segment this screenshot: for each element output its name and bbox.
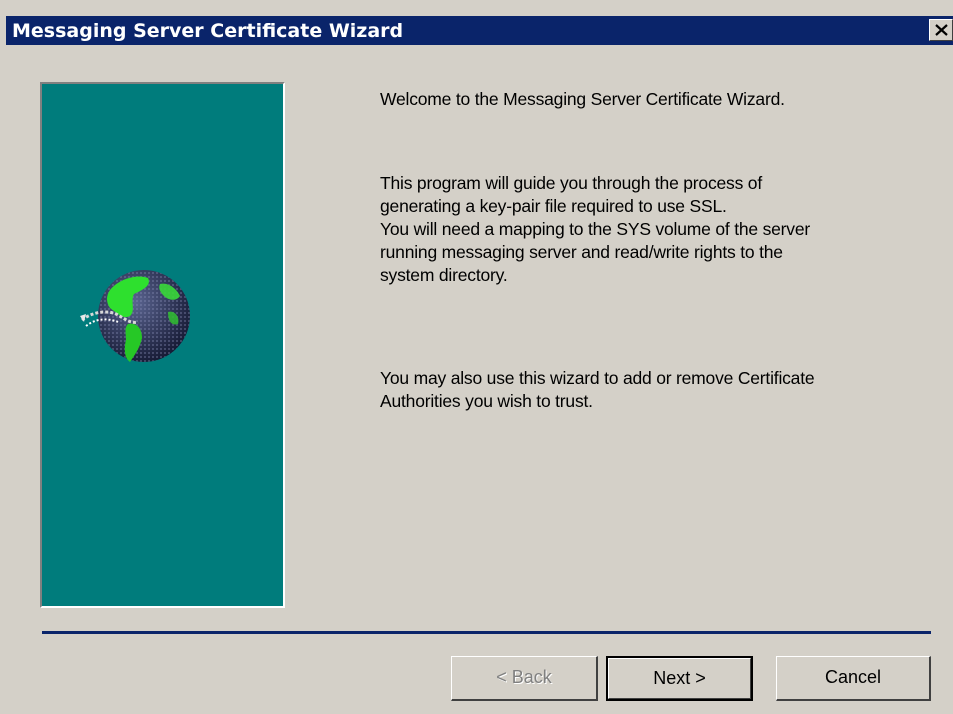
window-title: Messaging Server Certificate Wizard [12,20,404,42]
wizard-window: Messaging Server Certificate Wizard Welc… [0,0,953,714]
globe-icon [80,270,190,362]
back-button[interactable]: < Back [451,656,598,701]
intro-text: This program will guide you through the … [380,173,811,285]
divider [42,631,931,634]
close-button[interactable] [929,19,953,41]
next-button[interactable]: Next > [606,656,753,701]
title-bar[interactable]: Messaging Server Certificate Wizard [6,16,953,45]
wizard-side-panel [40,82,285,608]
welcome-text: Welcome to the Messaging Server Certific… [380,89,785,109]
certificate-authorities-text: You may also use this wizard to add or r… [380,368,815,411]
cancel-button[interactable]: Cancel [776,656,931,701]
next-button-label: Next > [608,658,751,699]
close-icon [935,24,948,36]
